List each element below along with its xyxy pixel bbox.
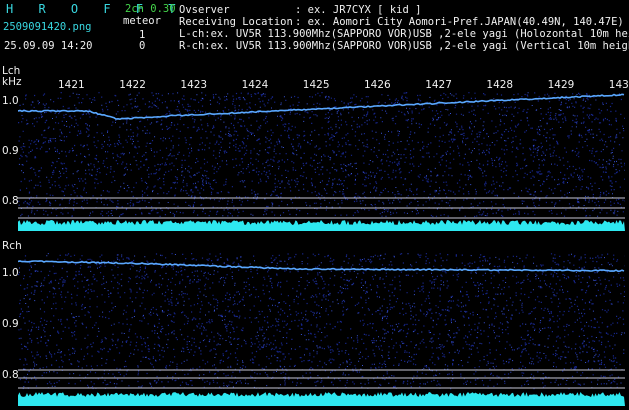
lch-spectrogram [18,92,625,231]
rch-ytick-1: 1.0 [2,267,19,279]
observer-value: : ex. JR7CYX [ kid ] [295,4,422,16]
rch-spectrogram [18,253,625,406]
observer-label: Ovserver [179,4,230,16]
lch-spectrogram-svg [18,92,625,231]
time-tick-label: 1425 [302,79,330,91]
location-value: : ex. Aomori City Aomori-Pref.JAPAN(40.4… [295,16,624,28]
time-tick-label: 1424 [241,79,269,91]
lch-description: L-ch:ex. UV5R 113.900Mhz(SAPPORO VOR)USB… [179,28,629,40]
time-tick-label: 1429 [547,79,575,91]
datetime-label: 25.09.09 14:20 [4,40,93,52]
lch-unit-label: kHz [2,76,22,88]
lch-ytick-3: 0.8 [2,195,19,207]
meteor-count-rch: 0 [139,40,146,52]
time-tick-label: 1421 [58,79,85,91]
version-label: 2ch 0.30 [125,3,176,15]
filename-label: 2509091420.png [3,21,92,33]
rch-channel-label: Rch [2,240,22,252]
lch-ytick-1: 1.0 [2,95,19,107]
rch-ytick-3: 0.8 [2,369,19,381]
time-tick-label: 1428 [486,79,514,91]
rch-ytick-2: 0.9 [2,318,19,330]
time-tick-label: 1423 [180,79,208,91]
meteor-count-lch: 1 [139,29,146,41]
location-label: Receiving Location [179,16,293,28]
rch-spectrogram-svg [18,253,625,406]
rch-description: R-ch:ex. UV5R 113.900Mhz(SAPPORO VOR)USB… [179,40,629,52]
lch-channel-label: Lch [2,65,21,77]
time-tick-label: 1426 [364,79,391,91]
meteor-label: meteor [123,15,161,27]
time-tick-label: 1427 [425,79,452,91]
lch-ytick-2: 0.9 [2,145,19,157]
time-tick-label: 1422 [119,79,146,91]
time-tick-label: 1430 [608,79,629,91]
